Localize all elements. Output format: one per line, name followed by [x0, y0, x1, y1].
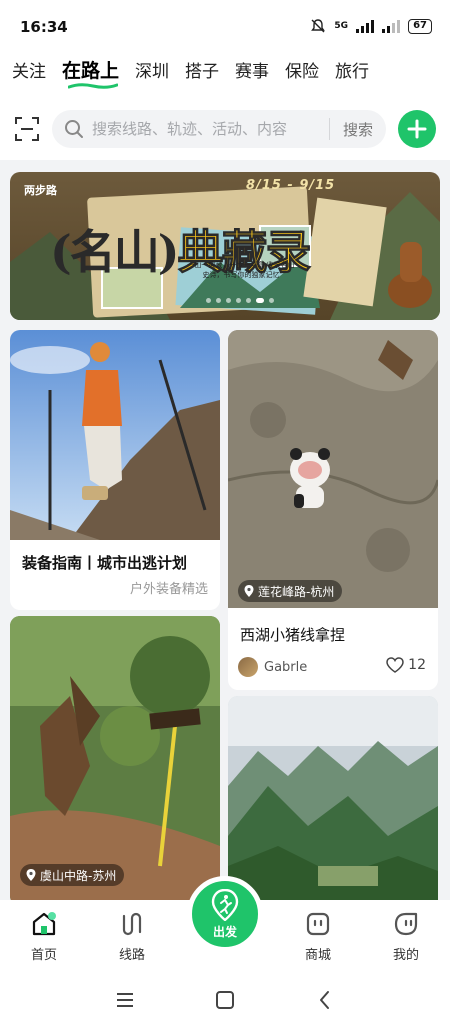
profile-icon	[394, 912, 418, 936]
nav-routes[interactable]: 线路	[102, 910, 162, 963]
tab-on-the-road-label: 在路上	[62, 60, 120, 82]
card-title: 西湖小猪线拿捏	[240, 626, 346, 644]
signal-icon	[356, 19, 375, 33]
battery-indicator: 67	[408, 18, 432, 34]
status-bar: 16:34 5G 67	[0, 0, 450, 52]
card-image-forest	[10, 616, 220, 900]
banner-title-part1: 名山	[69, 225, 160, 279]
nav-mall-label: 商城	[304, 948, 331, 963]
start-button[interactable]: 出发	[187, 876, 263, 952]
location-label: 莲花峰路-杭州	[258, 584, 335, 599]
active-tab-underline	[68, 83, 118, 89]
nav-home[interactable]: 首页	[14, 910, 74, 963]
nav-me[interactable]: 我的	[376, 910, 436, 963]
like-count: 12	[408, 657, 426, 673]
nav-me-label: 我的	[392, 948, 419, 963]
promo-banner[interactable]: 两步路 8/15 - 9/15 (名山)典藏录 一山一典藏，一步一华章 收录名山…	[10, 172, 440, 320]
card-title: 装备指南丨城市出逃计划	[22, 554, 188, 572]
plus-icon	[407, 119, 427, 139]
feed-card[interactable]: 莲花峰路-杭州 西湖小猪线拿捏 Gabrle 12	[228, 330, 438, 690]
signal-icon-2	[382, 19, 401, 33]
like-button[interactable]: 12	[386, 657, 426, 673]
search-button[interactable]: 搜索	[330, 119, 386, 140]
nav-home-label: 首页	[30, 948, 57, 963]
location-tag: 虞山中路-苏州	[20, 864, 125, 886]
add-button[interactable]	[398, 110, 436, 148]
status-time: 16:34	[20, 18, 68, 36]
search-bar[interactable]: 搜索	[52, 110, 386, 148]
tab-shenzhen[interactable]: 深圳	[135, 57, 169, 82]
banner-pagination	[206, 298, 274, 303]
location-pin-icon	[26, 869, 36, 881]
search-input[interactable]	[84, 110, 329, 148]
route-icon	[122, 912, 142, 936]
card-image-rock	[228, 330, 438, 608]
feed-card[interactable]: 虞山中路-苏州	[10, 616, 220, 900]
mute-bell-icon	[311, 19, 326, 33]
network-label: 5G	[334, 21, 349, 31]
card-image-mountains	[228, 696, 438, 900]
banner-brand: 两步路	[24, 184, 57, 197]
back-icon[interactable]	[313, 988, 337, 1012]
tab-travel[interactable]: 旅行	[335, 57, 369, 82]
nav-mall[interactable]: 商城	[288, 910, 348, 963]
card-subtitle: 户外装备精选	[129, 582, 208, 597]
home-square-icon[interactable]	[213, 988, 237, 1012]
feed-card[interactable]: 装备指南丨城市出逃计划 户外装备精选	[10, 330, 220, 610]
author-name: Gabrle	[264, 659, 308, 675]
start-button-label: 出发	[212, 924, 237, 939]
system-nav-bar	[0, 978, 450, 1025]
hiker-pin-icon	[211, 888, 239, 921]
location-pin-icon	[244, 585, 254, 597]
avatar	[238, 657, 258, 677]
nav-routes-label: 线路	[118, 948, 145, 963]
tab-follow[interactable]: 关注	[12, 57, 46, 82]
banner-dates: 8/15 - 9/15	[246, 178, 336, 193]
card-image-hiker	[10, 330, 220, 540]
banner-slogan: 一山一典藏，一步一华章 收录名山史诗，书写你的独家记忆	[187, 261, 295, 279]
feed-card[interactable]	[228, 696, 438, 900]
heart-icon	[386, 657, 404, 673]
search-icon	[65, 120, 83, 138]
location-label: 虞山中路-苏州	[40, 868, 117, 883]
menu-icon[interactable]	[113, 988, 137, 1012]
tab-on-the-road[interactable]: 在路上	[62, 56, 120, 89]
mall-icon	[306, 912, 330, 936]
card-author: Gabrle	[238, 657, 307, 677]
scan-icon[interactable]	[14, 116, 40, 142]
category-tabs: 关注 在路上 深圳 搭子 赛事 保险 旅行	[12, 56, 369, 89]
tab-events[interactable]: 赛事	[235, 57, 269, 82]
location-tag: 莲花峰路-杭州	[238, 580, 343, 602]
content-feed[interactable]: 两步路 8/15 - 9/15 (名山)典藏录 一山一典藏，一步一华章 收录名山…	[0, 160, 450, 900]
tab-partner[interactable]: 搭子	[185, 57, 219, 82]
home-icon	[32, 912, 56, 936]
tab-insurance[interactable]: 保险	[285, 57, 319, 82]
